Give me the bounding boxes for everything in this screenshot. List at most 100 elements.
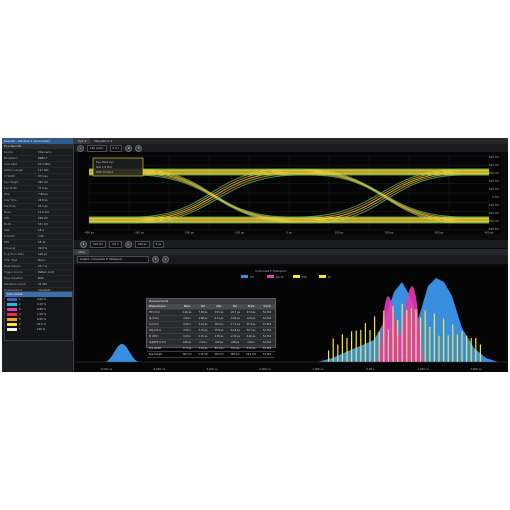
measurements-column-header: Measurement	[147, 304, 179, 309]
measurement-row[interactable]: Eye Height 392 mV 3.10 mV 401 mV 383 mV 18.0 …	[147, 352, 275, 358]
measurement-cell: 0.00 s	[183, 329, 191, 332]
legend-label: PJ	[328, 275, 331, 279]
eye-y-tick: -300 mV	[488, 219, 499, 223]
measurement-cell: Eye Height	[149, 353, 163, 356]
color-grade-label: 6	[19, 323, 21, 326]
measurement-cell: 0.91 ps	[198, 335, 208, 338]
property-value: 25.1 ps	[38, 205, 48, 208]
measurement-cell: TJ@BER (Ch1)	[149, 341, 166, 344]
property-key: Jitter	[4, 193, 11, 196]
tooltip-text: NRZ 10 Gbps	[96, 170, 114, 174]
horizontal-offset-field[interactable]: 0 ps	[152, 240, 165, 248]
color-grade-pct: 2.50 %	[37, 313, 47, 316]
color-swatch	[7, 323, 17, 326]
property-value: 23.1 %	[38, 265, 48, 268]
tooltip-text: Eye Mask Cyc	[96, 160, 114, 164]
color-grade-pct: 8.00 %	[37, 318, 47, 321]
hist-spike	[406, 310, 408, 362]
measurement-cell: 77.5 ps	[182, 347, 192, 350]
refresh-icon[interactable]: ↻	[135, 144, 143, 152]
legend-label: RJ+DJ	[276, 275, 284, 279]
measurement-cell: 108 ps	[182, 341, 192, 344]
results-panel: Results - Window 1 (Overview) Eye Result…	[2, 138, 74, 372]
measurement-cell: RJ (Ch1)	[149, 317, 159, 320]
chevron-down-icon[interactable]: ▾	[152, 256, 159, 263]
hist-spike	[374, 316, 376, 362]
measurement-cell: -14.8 ps	[230, 329, 240, 332]
eye-toolbar: + 100 ns/div 0.0 V ⚙ ↻	[74, 144, 508, 152]
hist-x-tick: -1.000 ns	[311, 367, 324, 371]
measurement-cell: 4.40 ps	[246, 335, 256, 338]
hist-spike	[420, 317, 422, 362]
measurement-cell: 0.00 s	[183, 317, 191, 320]
measurement-cell: -2.10 ps	[230, 335, 240, 338]
measurement-cell: PJ (Ch1)	[149, 335, 159, 338]
measurement-cell: 0.00 s	[247, 341, 255, 344]
color-grade-pct: 0.80 %	[37, 308, 47, 311]
horizontal-scale-icon[interactable]: ↔	[124, 240, 132, 248]
hist-x-tick: -3.000 ns	[206, 367, 219, 371]
eye-x-tick: 0 ps	[286, 231, 292, 235]
measurement-cell: DJ (Ch1)	[149, 323, 159, 326]
property-value: 248 mV	[38, 217, 49, 220]
color-grade-pct: 25.0 %	[37, 323, 47, 326]
measurements-rows: Measurement Mean Std Max Min Pk-Pk Count TIE (C…	[147, 304, 275, 358]
color-swatch	[7, 308, 17, 311]
measurement-cell: 0.00 s	[199, 341, 207, 344]
color-grade-pct: 0.02 %	[37, 298, 47, 301]
zoom-in-icon[interactable]: +	[77, 144, 84, 152]
hist-spike	[438, 335, 440, 362]
measurement-cell: 3.10 mV	[197, 353, 209, 356]
color-grade-label: 4	[19, 313, 21, 316]
hist-spike	[392, 306, 394, 362]
vertical-scale-icon[interactable]: ↕	[80, 240, 87, 248]
measurement-cell: 392 mV	[182, 353, 192, 356]
legend-label: TIE	[250, 275, 254, 279]
tab-waveform[interactable]: Waveform 1	[90, 138, 116, 144]
add-graph-icon[interactable]: +	[162, 256, 169, 263]
color-grade-row[interactable]: 7 100 %	[5, 327, 72, 332]
vertical-scale-field[interactable]: 100 mV	[90, 240, 107, 248]
property-value: 18.4	[38, 229, 44, 232]
legend-swatch	[293, 275, 300, 278]
measurement-cell: 54 316	[262, 341, 272, 344]
color-grade-label: 7	[19, 328, 21, 331]
eye-y-tick: 400 mV	[489, 163, 499, 167]
hist-spike	[378, 331, 380, 362]
hist-spike	[369, 330, 371, 362]
timebase-field[interactable]: 100 ns/div	[87, 144, 107, 152]
color-swatch	[7, 313, 17, 316]
eye-x-tick: -200 ps	[184, 231, 194, 235]
offset-field[interactable]: 0.0 V	[109, 144, 123, 152]
measurement-cell: 54 316	[262, 317, 272, 320]
property-value: 49.8 %	[38, 247, 48, 250]
property-value: 97.1 ps	[38, 175, 48, 178]
property-key: Crossing	[4, 247, 16, 250]
tab-eye[interactable]: Eye 1	[74, 138, 91, 144]
graph-selector[interactable]: Graphs: Composite TI Histogram	[77, 256, 149, 263]
settings-icon[interactable]: ⚙	[125, 144, 133, 152]
panel-subheader: Eye Results	[2, 144, 73, 149]
eye-diagram-svg: 500 mV 400 mV 300 mV 200 mV 100 mV 0 mV -100 m…	[79, 152, 500, 234]
property-key: Q-factor	[4, 235, 15, 238]
measurements-column-header: Min	[227, 304, 243, 309]
measurement-cell: 54 316	[262, 353, 272, 356]
legend-swatch	[267, 275, 274, 278]
color-grade-rows: 1 0.02 % 2 0.10 % 3 0.80 % 4 2.50 % 5 8.00 % 6 25.0…	[5, 297, 72, 332]
measurements-column-header: Std	[195, 304, 211, 309]
property-key: Source	[4, 151, 13, 154]
property-key: SNR	[4, 229, 10, 232]
hist-spike	[341, 334, 343, 362]
eye-y-tick: 100 mV	[489, 187, 499, 191]
eye-diagram: 500 mV 400 mV 300 mV 200 mV 100 mV 0 mV -100 m…	[79, 152, 500, 234]
eye-bottom-toolbar: ↕ 100 mV 0.0 V ↔ 100 ps 0 ps	[74, 240, 508, 248]
vertical-offset-field[interactable]: 0.0 V	[109, 240, 122, 248]
measurements-column-header: Pk-Pk	[243, 304, 259, 309]
horizontal-scale-field[interactable]: 100 ps	[134, 240, 150, 248]
eye-x-tick: 200 ps	[385, 231, 394, 235]
color-swatch	[7, 303, 17, 306]
property-key: Eye Width	[4, 187, 18, 190]
property-value: 531 mV	[38, 223, 49, 226]
main-area: Eye 1 Waveform 1 + 100 ns/div 0.0 V ⚙ ↻ …	[74, 138, 508, 372]
measurement-cell: 5.44 ps	[198, 323, 208, 326]
